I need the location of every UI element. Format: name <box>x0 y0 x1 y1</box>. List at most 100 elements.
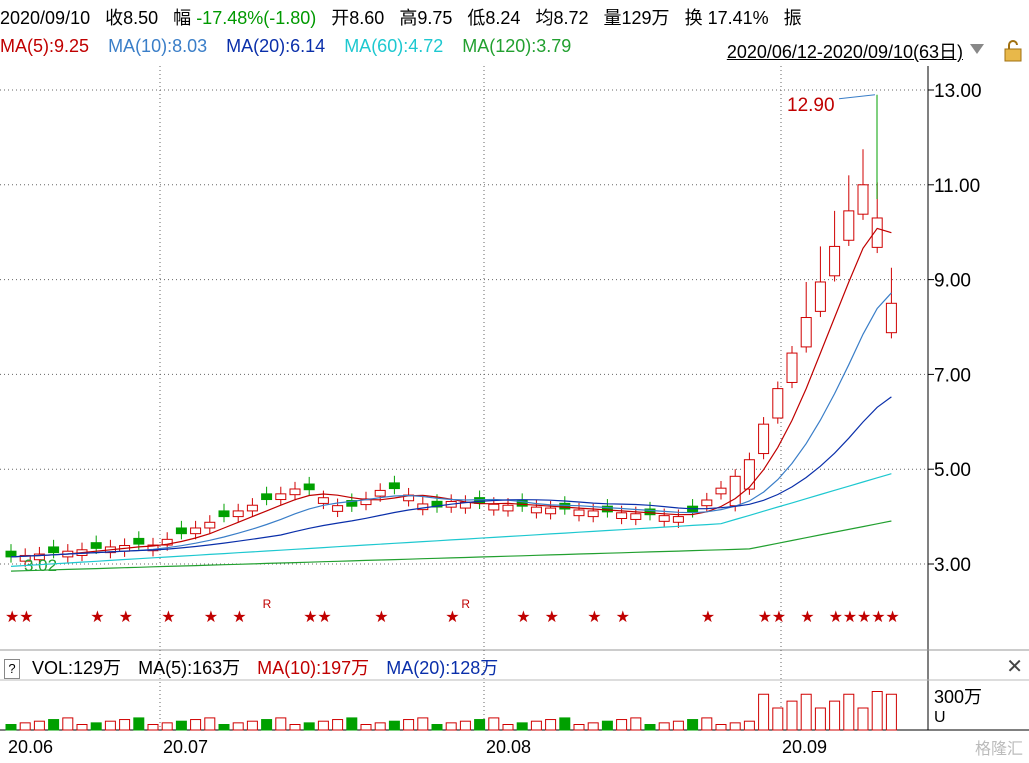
candle-body <box>133 537 145 545</box>
volume-bar <box>33 720 45 731</box>
candle-body <box>885 302 897 334</box>
stats-bar: 2020/09/10 收8.50 幅 -17.48%(-1.80) 开8.60 … <box>0 4 812 30</box>
signal-star: ★ <box>19 607 33 626</box>
volume-bar <box>658 722 670 731</box>
low-value: 8.24 <box>485 8 521 28</box>
candle-body <box>743 459 755 490</box>
x-label-0808: 20.08 <box>486 737 532 757</box>
vol-ma5: MA(5):163万 <box>138 658 241 678</box>
candle-body <box>829 245 841 277</box>
volume-bar <box>729 722 741 731</box>
candle-body <box>232 510 244 518</box>
volume-bar <box>857 707 869 731</box>
candle-body <box>601 505 613 513</box>
ma60-line <box>10 473 892 567</box>
volume-bar <box>545 719 557 731</box>
volume-bar <box>715 724 727 731</box>
close-icon[interactable]: ✕ <box>1006 654 1023 679</box>
volume-bar <box>587 722 599 731</box>
signal-star: ★ <box>445 607 459 626</box>
candle-body <box>814 281 826 312</box>
candle-body <box>190 527 202 535</box>
signal-star: ★ <box>701 607 715 626</box>
grid <box>0 66 1029 731</box>
candle-body <box>119 545 131 552</box>
y-tick-label: 13.00 <box>934 81 982 102</box>
max-pointer <box>838 94 876 100</box>
candle-body <box>644 508 656 516</box>
signal-star: ★ <box>303 607 317 626</box>
signal-star: ★ <box>616 607 630 626</box>
volume-bar <box>616 719 628 731</box>
avg-label: 均 <box>535 8 554 28</box>
turnover-label: 换 <box>684 8 703 28</box>
ma120-value: MA(120):3.79 <box>462 36 572 56</box>
high-value: 9.75 <box>417 8 453 28</box>
candle-body <box>317 497 329 504</box>
volume-bar <box>175 720 187 731</box>
help-button[interactable]: ? <box>4 659 20 680</box>
signal-star: ★ <box>5 607 19 626</box>
ma20-line <box>10 396 892 558</box>
volume-bar <box>573 724 585 731</box>
volume-bar <box>48 719 60 731</box>
candle-body <box>147 544 159 552</box>
ma60-value: MA(60):4.72 <box>344 36 444 56</box>
signal-star: ★ <box>885 607 899 626</box>
volume-bar <box>772 707 784 731</box>
dropdown-icon[interactable] <box>969 42 985 56</box>
candle-body <box>374 489 386 497</box>
high-label: 高 <box>399 8 418 28</box>
avg-value: 8.72 <box>553 8 589 28</box>
candle-body <box>772 388 784 419</box>
signal-star: ★ <box>90 607 104 626</box>
candle-body <box>545 507 557 515</box>
candle-body <box>417 503 429 511</box>
signal-star: ★ <box>857 607 871 626</box>
candle-body <box>289 488 301 496</box>
volume-bar <box>559 717 571 731</box>
signal-star: ★ <box>829 607 843 626</box>
candle-body <box>218 510 230 518</box>
signal-star: ★ <box>772 607 786 626</box>
candle-body <box>175 527 187 535</box>
volume-bar <box>786 700 798 731</box>
lock-icon[interactable] <box>1003 40 1023 62</box>
volume-bar <box>758 693 770 731</box>
ma120-line <box>10 520 892 572</box>
candle-body <box>48 546 60 554</box>
volume-bar <box>19 722 31 731</box>
candle-body <box>843 210 855 241</box>
volume-bar <box>474 719 486 731</box>
candle-body <box>161 538 173 546</box>
y-tick-label: 9.00 <box>934 271 971 292</box>
volume-bar <box>90 722 102 731</box>
date-range[interactable]: 2020/06/12-2020/09/10(63日) <box>727 38 963 64</box>
candle-body <box>474 497 486 504</box>
volume-bar <box>119 719 131 731</box>
candle-body <box>104 546 116 554</box>
y-tick-label: 3.00 <box>934 555 971 576</box>
signal-star: ★ <box>374 607 388 626</box>
signal-star: ★ <box>161 607 175 626</box>
volume-bar <box>161 722 173 731</box>
candle-body <box>459 501 471 509</box>
volume-bar <box>843 693 855 731</box>
candle-body <box>701 499 713 507</box>
volume-bar <box>388 720 400 731</box>
volume-bar <box>246 720 258 731</box>
date-value: 2020/09/10 <box>0 8 91 28</box>
candle-body <box>786 352 798 383</box>
volume-bar <box>76 724 88 731</box>
min-annotation: 3.02 <box>24 556 57 575</box>
volume-bar <box>871 691 883 731</box>
y-tick-label: 11.00 <box>934 176 980 197</box>
ma10-value: MA(10):8.03 <box>108 36 208 56</box>
candle-body <box>431 500 443 508</box>
candle-body <box>729 475 741 507</box>
volume-bar <box>147 724 159 731</box>
candle-body <box>488 503 500 511</box>
volume-bar <box>743 720 755 731</box>
candle-body <box>346 500 358 507</box>
volume-label: 量 <box>603 8 622 28</box>
